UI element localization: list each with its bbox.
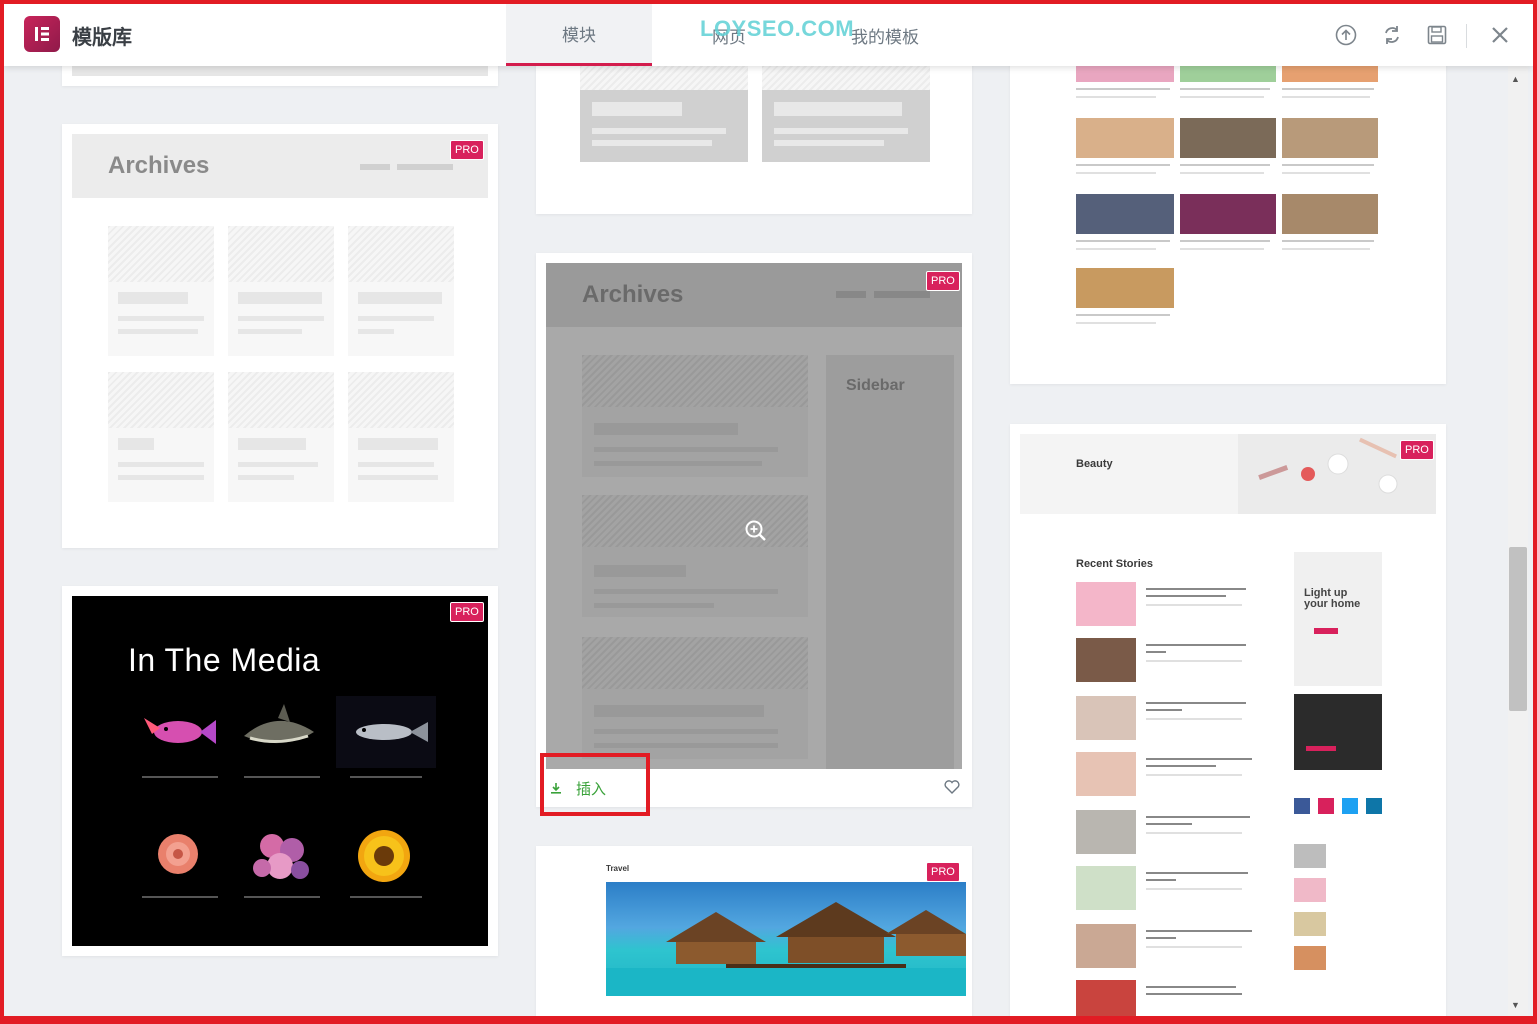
tab-pages[interactable]: 网页 <box>704 4 754 66</box>
blog-thumb <box>1076 268 1174 308</box>
story-thumb <box>1076 752 1136 796</box>
template-library-modal: 模版库 模块 网页 我的模板 LOYSEO.COM Archives PRO P… <box>0 0 1537 1024</box>
upload-icon[interactable] <box>1334 23 1358 47</box>
shark-photo <box>232 696 332 768</box>
blog-thumb <box>1076 118 1174 158</box>
zoom-in-icon[interactable] <box>744 519 768 548</box>
template-card-travel[interactable]: Travel PRO <box>536 846 972 1016</box>
blog-thumb <box>1180 118 1276 158</box>
pro-badge: PRO <box>450 602 484 622</box>
favorite-heart-icon[interactable] <box>944 780 960 799</box>
template-card-beauty[interactable]: Beauty PRO Recent Stories Light up your h… <box>1010 424 1446 1016</box>
scrollbar[interactable] <box>1508 66 1528 1016</box>
story-thumb <box>1076 866 1136 910</box>
story-thumb <box>1076 924 1136 968</box>
rose-photo <box>130 820 230 892</box>
travel-label: Travel <box>606 864 630 873</box>
story-thumb <box>1076 582 1136 626</box>
template-card-partial-blocks[interactable] <box>536 60 972 214</box>
flower-bouquet-photo <box>232 820 332 892</box>
template-card-archives-sidebar[interactable]: Archives PRO Sidebar <box>536 253 972 807</box>
card-title: Archives <box>108 152 210 179</box>
scrollbar-thumb[interactable] <box>1509 547 1527 711</box>
promo-light-up-home: Light up your home <box>1294 552 1382 686</box>
scroll-down-arrow-icon[interactable]: ▼ <box>1511 1000 1520 1010</box>
story-thumb <box>1076 696 1136 740</box>
travel-resort-photo <box>606 882 966 996</box>
highlight-box <box>540 753 650 816</box>
blog-thumb <box>1076 194 1174 234</box>
sync-icon[interactable] <box>1380 23 1404 47</box>
modal-header: 模版库 模块 网页 我的模板 LOYSEO.COM <box>4 4 1533 66</box>
save-icon[interactable] <box>1425 23 1449 47</box>
story-thumb <box>1076 980 1136 1016</box>
template-card-archives-grid[interactable]: Archives PRO <box>62 124 498 548</box>
elementor-logo-icon <box>24 16 60 52</box>
story-thumb <box>1076 638 1136 682</box>
beauty-label: Beauty <box>1076 458 1113 470</box>
recent-stories-label: Recent Stories <box>1076 558 1154 570</box>
pro-badge: PRO <box>1400 440 1434 460</box>
silver-fish-photo <box>336 696 436 768</box>
pro-badge: PRO <box>926 271 960 291</box>
header-divider <box>1466 24 1467 48</box>
pro-badge: PRO <box>450 140 484 160</box>
template-card-blog-grid[interactable] <box>1010 60 1446 384</box>
card-title: In The Media <box>128 642 321 678</box>
sunflower-photo <box>336 820 436 892</box>
story-thumb <box>1076 810 1136 854</box>
blog-thumb <box>1282 118 1378 158</box>
close-icon[interactable] <box>1488 23 1512 47</box>
card-title: Archives <box>582 281 684 308</box>
blog-thumb <box>1180 194 1276 234</box>
template-card-in-the-media[interactable]: PRO In The Media <box>62 586 498 956</box>
modal-title: 模版库 <box>72 27 132 49</box>
sidebar-label: Sidebar <box>846 377 905 394</box>
tab-blocks[interactable]: 模块 <box>506 4 652 66</box>
tab-my-templates[interactable]: 我的模板 <box>840 4 930 66</box>
promo-dark <box>1294 694 1382 770</box>
pro-badge: PRO <box>926 862 960 882</box>
pink-fish-photo <box>130 696 230 768</box>
blog-thumb <box>1282 194 1378 234</box>
scroll-up-arrow-icon[interactable]: ▲ <box>1511 74 1520 84</box>
